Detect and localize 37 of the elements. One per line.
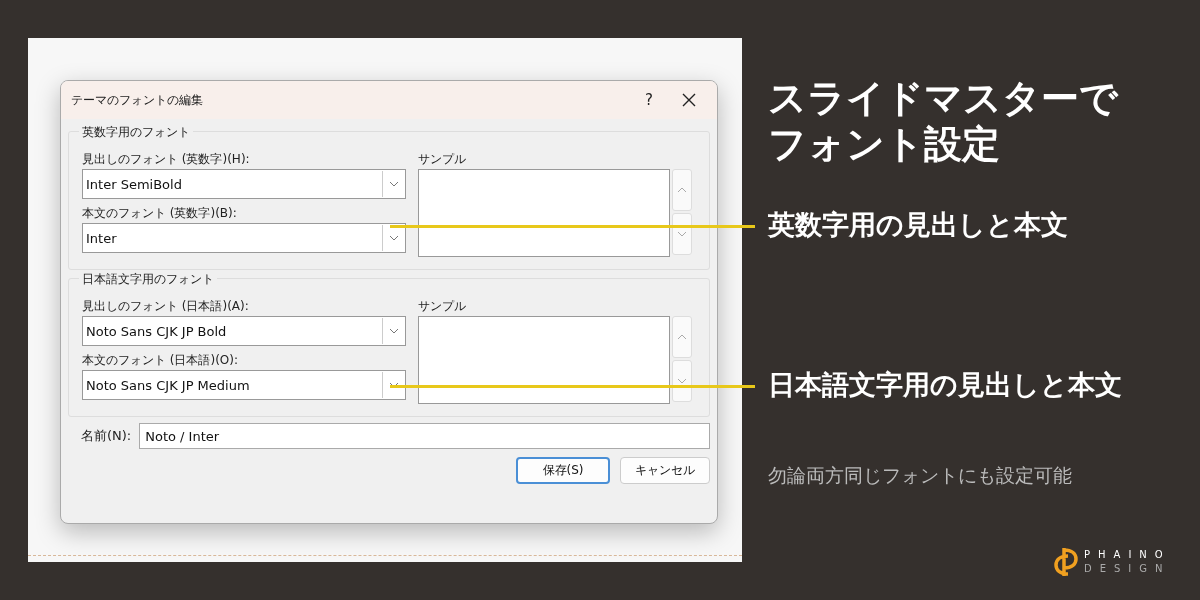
window-title: テーマのフォントの編集 [71, 91, 204, 109]
name-input[interactable]: Noto / Inter [139, 423, 710, 449]
chevron-down-icon [389, 181, 399, 187]
cancel-button[interactable]: キャンセル [620, 457, 710, 484]
field-label: 見出しのフォント (日本語)(A): [82, 298, 249, 315]
field-label: 本文のフォント (日本語)(O): [82, 352, 239, 369]
sample-label: サンプル [418, 298, 466, 315]
sample-label: サンプル [418, 151, 466, 168]
scroll-down-button[interactable] [672, 360, 692, 402]
chevron-down-icon [677, 378, 687, 384]
scroll-up-button[interactable] [672, 169, 692, 211]
field-label: 見出しのフォント (英数字)(H): [82, 151, 250, 168]
chevron-down-icon [677, 231, 687, 237]
callout-text: 日本語文字用の見出しと本文 [768, 368, 1122, 402]
callout-text: 英数字用の見出しと本文 [768, 208, 1068, 242]
chevron-down-icon [389, 328, 399, 334]
group-legend: 日本語文字用のフォント [79, 271, 217, 288]
font-dropdown[interactable]: Noto Sans CJK JP Medium [82, 370, 406, 400]
logo-tagline: DESIGN [1084, 562, 1171, 576]
logo-mark-icon [1054, 546, 1078, 578]
chevron-up-icon [677, 187, 687, 193]
font-dropdown[interactable]: Inter [82, 223, 406, 253]
font-dropdown[interactable]: Inter SemiBold [82, 169, 406, 199]
chevron-down-icon [389, 235, 399, 241]
logo-name: PHAINO [1084, 548, 1171, 562]
save-button[interactable]: 保存(S) [516, 457, 610, 484]
close-icon [682, 93, 696, 107]
note-text: 勿論両方同じフォントにも設定可能 [768, 463, 1073, 489]
field-label: 本文のフォント (英数字)(B): [82, 205, 237, 222]
help-button[interactable]: ? [629, 85, 669, 115]
font-dropdown[interactable]: Noto Sans CJK JP Bold [82, 316, 406, 346]
scroll-down-button[interactable] [672, 213, 692, 255]
chevron-up-icon [677, 334, 687, 340]
scroll-up-button[interactable] [672, 316, 692, 358]
group-legend: 英数字用のフォント [79, 124, 193, 141]
slide-title: スライドマスターで フォント設定 [768, 76, 1118, 168]
name-label: 名前(N): [81, 427, 132, 445]
